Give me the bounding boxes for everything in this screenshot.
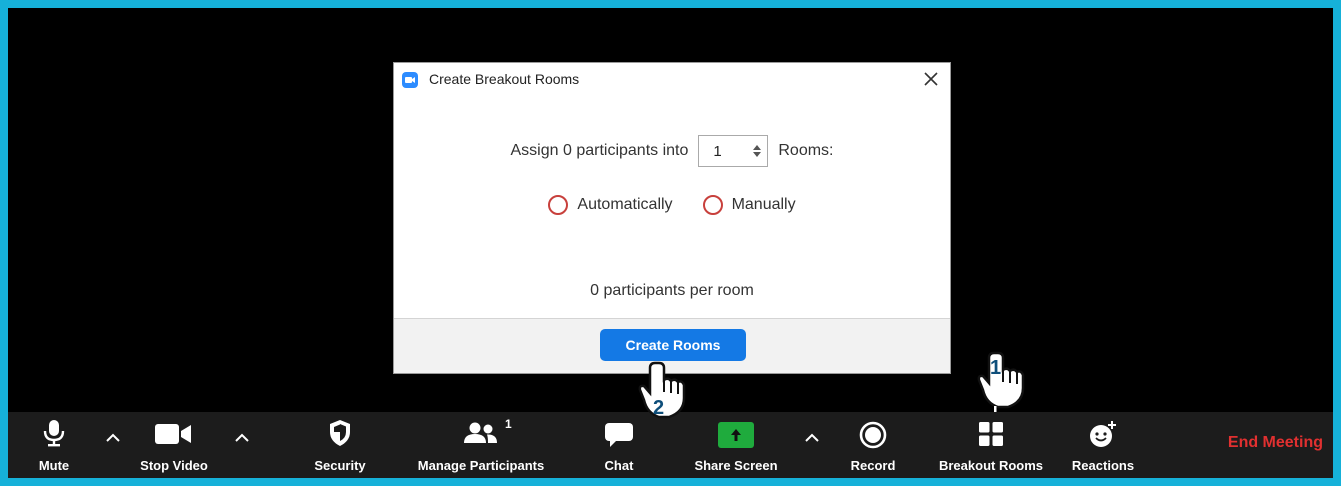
stepper-up-icon[interactable] [753,145,762,150]
end-meeting-button[interactable]: End Meeting [1228,434,1323,452]
rooms-label: Rooms: [778,142,834,159]
meeting-window: Create Breakout Rooms Assign 0 participa… [8,8,1333,478]
step-2-number: 2 [653,397,664,419]
breakout-rooms-icon [979,422,1003,446]
reactions-button[interactable]: Reactions [1065,412,1141,478]
breakout-rooms-label: Breakout Rooms [938,458,1044,473]
step-1-number: 1 [990,357,1001,379]
chevron-up-icon[interactable] [235,432,249,442]
assignment-options: Automatically Manually [394,192,950,218]
pointing-hand-icon: 2 [638,361,686,419]
participants-per-room: 0 participants per room [590,282,754,299]
share-screen-label: Share Screen [694,458,778,473]
manage-participants-button[interactable]: 1 Manage Participants [401,412,561,478]
breakout-rooms-button[interactable]: Breakout Rooms [926,412,1056,478]
security-label: Security [314,458,366,473]
create-breakout-rooms-dialog: Create Breakout Rooms Assign 0 participa… [393,62,951,374]
radio-circle-icon[interactable] [548,195,569,215]
chat-button[interactable]: Chat [598,412,640,478]
close-icon[interactable] [918,66,944,92]
dialog-title: Create Breakout Rooms [429,71,580,87]
rooms-count-value: 1 [713,142,722,160]
share-screen-icon [718,422,754,448]
radio-circle-icon[interactable] [702,195,723,215]
record-button[interactable]: Record [846,412,900,478]
reactions-label: Reactions [1071,458,1135,473]
dialog-title-bar: Create Breakout Rooms [394,63,950,95]
pointing-hand-icon: 1 [977,351,1025,412]
assign-prefix-text: Assign 0 participants into [510,142,689,159]
zoom-logo-icon [402,72,418,88]
radio-label-manually: Manually [731,196,796,213]
manage-participants-label: Manage Participants [417,458,545,473]
record-label: Record [850,458,896,473]
chat-bubble-icon [605,423,633,447]
radio-manually[interactable]: Manually [702,195,796,215]
participants-count-badge: 1 [505,417,512,431]
shield-icon [330,420,350,446]
stepper-down-icon[interactable] [753,152,762,157]
video-camera-icon [155,424,191,444]
rooms-count-stepper[interactable]: 1 [698,135,769,167]
stop-video-label: Stop Video [140,458,208,473]
mute-label: Mute [38,458,70,473]
chat-label: Chat [604,458,634,473]
record-icon [859,421,887,449]
participants-icon [464,422,497,443]
security-button[interactable]: Security [306,412,374,478]
radio-automatically[interactable]: Automatically [548,195,673,215]
share-screen-button[interactable]: Share Screen [688,412,784,478]
mute-button[interactable]: Mute [28,412,80,478]
create-rooms-button[interactable]: Create Rooms [600,329,746,361]
chevron-up-icon[interactable] [805,432,819,442]
stepper-arrows[interactable] [753,145,762,157]
radio-label-automatically: Automatically [577,196,673,213]
chevron-up-icon[interactable] [106,432,120,442]
meeting-toolbar: Mute Stop Video Security 1 Manage Partic… [8,412,1333,478]
reactions-icon [1090,421,1116,447]
stop-video-button[interactable]: Stop Video [128,412,220,478]
microphone-icon [43,420,65,447]
assign-row: Assign 0 participants into 1 Rooms: [394,134,950,168]
